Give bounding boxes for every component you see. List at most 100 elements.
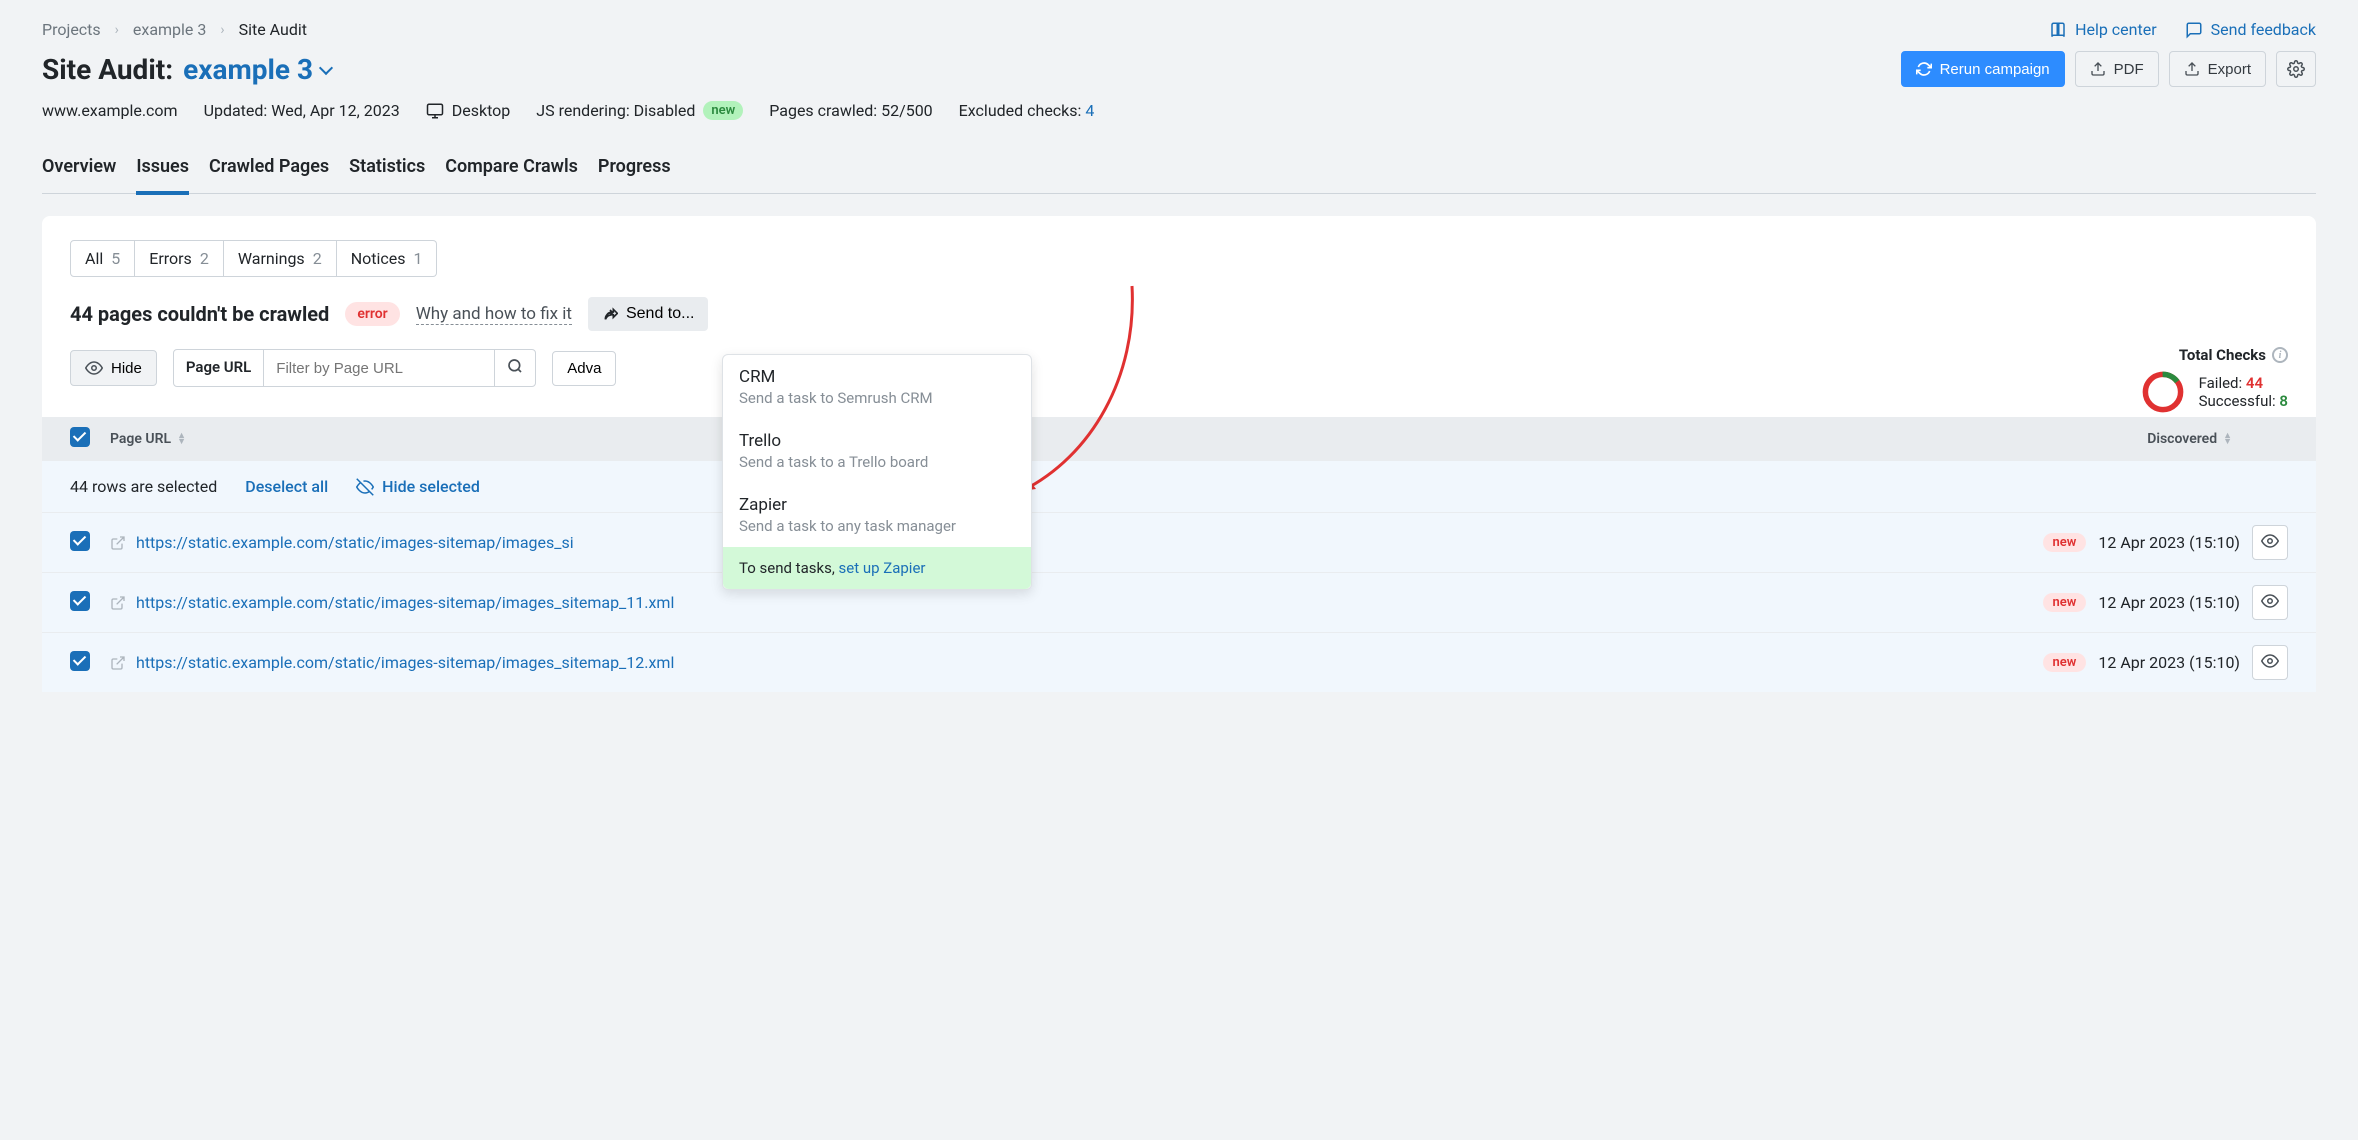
help-center-link[interactable]: Help center bbox=[2049, 20, 2157, 39]
total-checks-widget: Total Checksi Failed: 44 Successful: 8 bbox=[2141, 346, 2288, 414]
main-panel: All5 Errors2 Warnings2 Notices1 44 pages… bbox=[42, 216, 2316, 692]
tab-compare-crawls[interactable]: Compare Crawls bbox=[445, 148, 578, 193]
row-checkbox[interactable] bbox=[70, 531, 90, 551]
book-icon bbox=[2049, 21, 2067, 39]
device-label: Desktop bbox=[452, 101, 511, 120]
info-icon[interactable]: i bbox=[2272, 347, 2288, 363]
chevron-right-icon: › bbox=[220, 22, 224, 38]
new-badge: new bbox=[2043, 653, 2087, 672]
chat-icon bbox=[2185, 21, 2203, 39]
gear-icon bbox=[2287, 60, 2305, 78]
tab-statistics[interactable]: Statistics bbox=[349, 148, 425, 193]
deselect-all-link[interactable]: Deselect all bbox=[245, 477, 328, 496]
discovered-date: 12 Apr 2023 (15:10) bbox=[2098, 593, 2240, 612]
send-to-button[interactable]: Send to... bbox=[588, 297, 709, 331]
desktop-icon bbox=[426, 102, 444, 120]
new-badge: new bbox=[703, 101, 743, 120]
send-to-zapier[interactable]: Zapier Send a task to any task manager bbox=[723, 483, 1031, 547]
donut-chart bbox=[2141, 370, 2185, 414]
col-page-url[interactable]: Page URL▲▼ bbox=[110, 431, 2088, 447]
table-row: https://static.example.com/static/images… bbox=[42, 572, 2316, 632]
domain-label: www.example.com bbox=[42, 101, 178, 120]
external-link-icon[interactable] bbox=[110, 535, 126, 551]
send-to-footer: To send tasks, set up Zapier bbox=[723, 547, 1031, 589]
tab-crawled-pages[interactable]: Crawled Pages bbox=[209, 148, 329, 193]
selection-bar: 44 rows are selected Deselect all Hide s… bbox=[42, 461, 2316, 512]
breadcrumb-current: Site Audit bbox=[239, 20, 307, 39]
chevron-down-icon bbox=[319, 61, 333, 75]
tab-overview[interactable]: Overview bbox=[42, 148, 116, 193]
view-button[interactable] bbox=[2252, 645, 2288, 680]
upload-icon bbox=[2090, 61, 2106, 77]
setup-zapier-link[interactable]: set up Zapier bbox=[839, 559, 926, 577]
tab-issues[interactable]: Issues bbox=[136, 148, 189, 195]
filter-tab-all[interactable]: All5 bbox=[70, 240, 135, 277]
url-filter: Page URL bbox=[173, 349, 536, 387]
table-row: https://static.example.com/static/images… bbox=[42, 632, 2316, 692]
share-arrow-icon bbox=[602, 306, 618, 322]
hide-selected-link[interactable]: Hide selected bbox=[356, 477, 480, 496]
refresh-icon bbox=[1916, 61, 1932, 77]
settings-button[interactable] bbox=[2276, 51, 2316, 87]
search-button[interactable] bbox=[494, 350, 535, 386]
why-fix-link[interactable]: Why and how to fix it bbox=[416, 304, 572, 325]
pages-crawled-label: Pages crawled: 52/500 bbox=[769, 101, 932, 120]
failed-stat: Failed: 44 bbox=[2199, 374, 2288, 392]
eye-icon bbox=[85, 359, 103, 377]
filter-label: Page URL bbox=[174, 350, 264, 386]
row-checkbox[interactable] bbox=[70, 591, 90, 611]
filter-tab-warnings[interactable]: Warnings2 bbox=[224, 240, 337, 277]
row-checkbox[interactable] bbox=[70, 651, 90, 671]
send-feedback-link[interactable]: Send feedback bbox=[2185, 20, 2316, 39]
view-button[interactable] bbox=[2252, 525, 2288, 560]
breadcrumb-root[interactable]: Projects bbox=[42, 20, 101, 39]
successful-stat: Successful: 8 bbox=[2199, 392, 2288, 410]
tab-progress[interactable]: Progress bbox=[598, 148, 671, 193]
page-title: Site Audit: bbox=[42, 53, 173, 86]
js-rendering-label: JS rendering: Disabled bbox=[536, 101, 695, 120]
breadcrumb-project[interactable]: example 3 bbox=[133, 20, 206, 39]
chevron-right-icon: › bbox=[115, 22, 119, 38]
project-dropdown[interactable]: example 3 bbox=[183, 53, 331, 86]
send-to-trello[interactable]: Trello Send a task to a Trello board bbox=[723, 419, 1031, 483]
new-badge: new bbox=[2043, 593, 2087, 612]
excluded-checks-label: Excluded checks: bbox=[959, 101, 1082, 120]
issue-title: 44 pages couldn't be crawled bbox=[70, 302, 329, 326]
pdf-button[interactable]: PDF bbox=[2075, 51, 2159, 87]
page-url-link[interactable]: https://static.example.com/static/images… bbox=[136, 533, 574, 552]
send-to-crm[interactable]: CRM Send a task to Semrush CRM bbox=[723, 355, 1031, 419]
table-row: https://static.example.com/static/images… bbox=[42, 512, 2316, 572]
url-filter-input[interactable] bbox=[264, 350, 494, 386]
new-badge: new bbox=[2043, 533, 2087, 552]
upload-icon bbox=[2184, 61, 2200, 77]
issue-filter-tabs: All5 Errors2 Warnings2 Notices1 bbox=[70, 240, 2316, 277]
breadcrumb: Projects › example 3 › Site Audit bbox=[42, 20, 2316, 39]
selection-count: 44 rows are selected bbox=[70, 477, 217, 496]
view-button[interactable] bbox=[2252, 585, 2288, 620]
eye-icon bbox=[2261, 652, 2279, 670]
page-url-link[interactable]: https://static.example.com/static/images… bbox=[136, 653, 674, 672]
send-to-dropdown: CRM Send a task to Semrush CRM Trello Se… bbox=[722, 354, 1032, 590]
external-link-icon[interactable] bbox=[110, 655, 126, 671]
filter-tab-notices[interactable]: Notices1 bbox=[337, 240, 438, 277]
updated-label: Updated: Wed, Apr 12, 2023 bbox=[204, 101, 400, 120]
select-all-checkbox[interactable] bbox=[70, 427, 90, 447]
discovered-date: 12 Apr 2023 (15:10) bbox=[2098, 653, 2240, 672]
page-url-link[interactable]: https://static.example.com/static/images… bbox=[136, 593, 674, 612]
eye-icon bbox=[2261, 592, 2279, 610]
search-icon bbox=[507, 358, 523, 374]
hide-button[interactable]: Hide bbox=[70, 350, 157, 386]
sort-icon: ▲▼ bbox=[177, 433, 186, 445]
error-badge: error bbox=[345, 302, 399, 326]
col-discovered[interactable]: Discovered▲▼ bbox=[2088, 431, 2288, 447]
excluded-checks-count[interactable]: 4 bbox=[1085, 101, 1094, 120]
nav-tabs: Overview Issues Crawled Pages Statistics… bbox=[42, 148, 2316, 194]
filter-tab-errors[interactable]: Errors2 bbox=[135, 240, 224, 277]
discovered-date: 12 Apr 2023 (15:10) bbox=[2098, 533, 2240, 552]
advanced-filters-button[interactable]: Adva bbox=[552, 351, 616, 386]
table-header: Page URL▲▼ Discovered▲▼ bbox=[42, 417, 2316, 461]
rerun-campaign-button[interactable]: Rerun campaign bbox=[1901, 51, 2065, 87]
export-button[interactable]: Export bbox=[2169, 51, 2266, 87]
external-link-icon[interactable] bbox=[110, 595, 126, 611]
info-bar: www.example.com Updated: Wed, Apr 12, 20… bbox=[42, 101, 2316, 120]
